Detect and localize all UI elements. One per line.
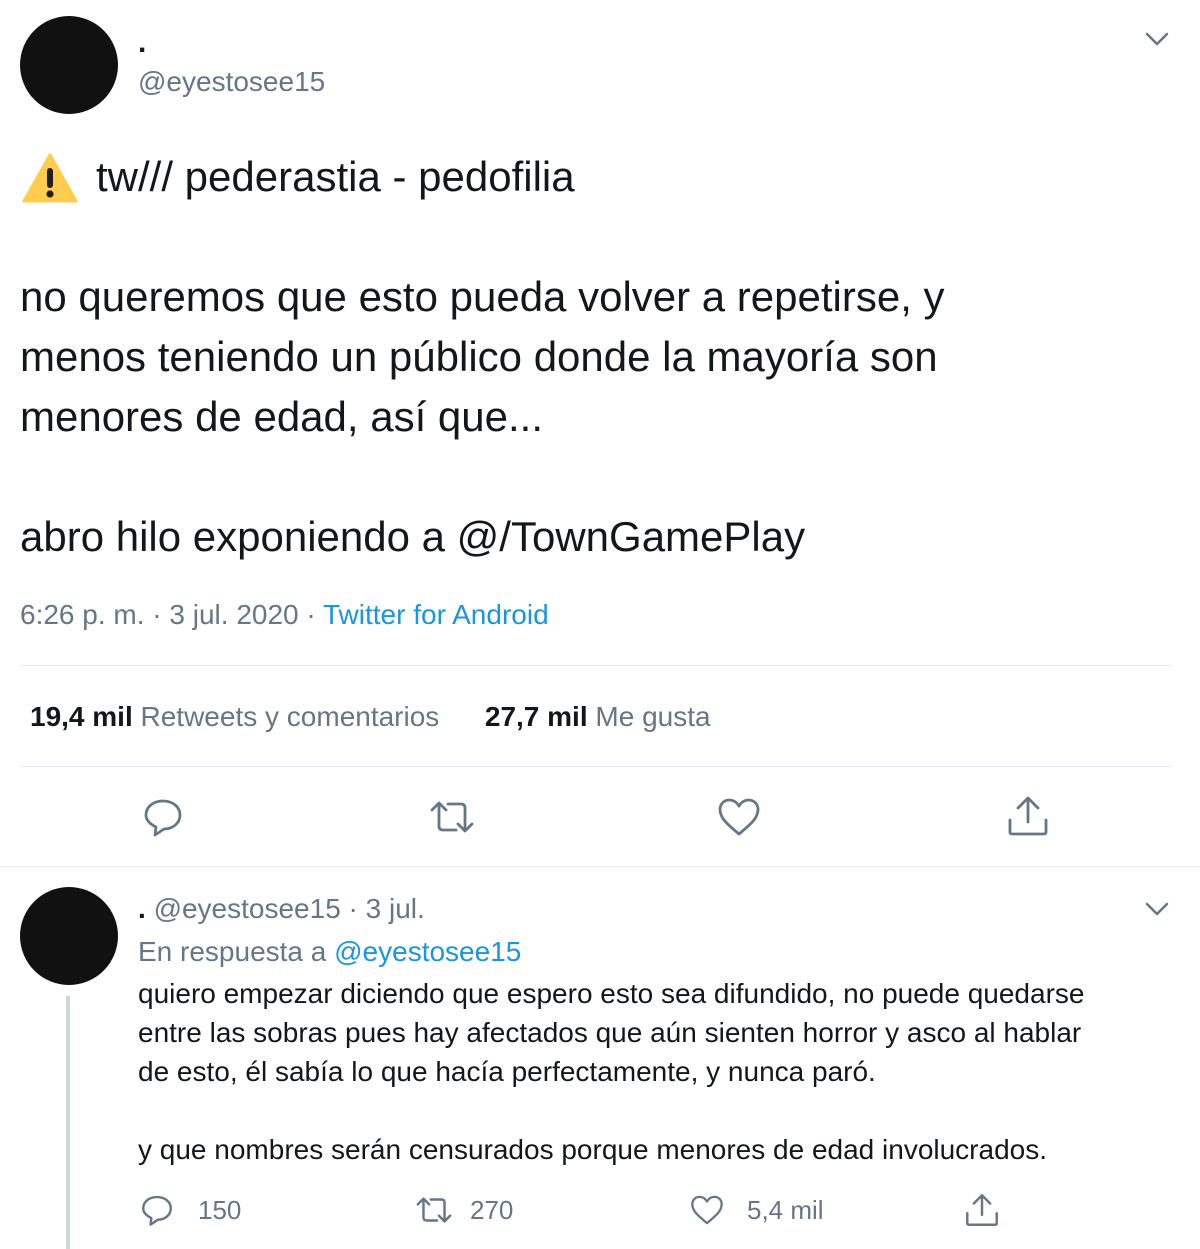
reply-action-like[interactable]: 5,4 mil xyxy=(690,1192,824,1228)
thread-line xyxy=(66,996,70,1249)
reply-header: . @eyestosee15 · 3 jul. xyxy=(138,892,425,926)
retweets-count: 19,4 mil xyxy=(30,701,133,732)
reply-action-retweet[interactable]: 270 xyxy=(414,1192,513,1228)
likes-label: Me gusta xyxy=(595,701,711,732)
tweet-timestamp[interactable]: 6:26 p. m. · 3 jul. 2020 · xyxy=(20,599,323,630)
tweet-text-line: menos teniendo un público donde la mayor… xyxy=(20,333,938,380)
reply-count: 150 xyxy=(198,1194,242,1225)
display-name[interactable]: . xyxy=(138,26,146,60)
avatar[interactable] xyxy=(20,16,118,114)
warning-icon xyxy=(22,152,78,204)
in-reply-to: En respuesta a @eyestosee15 xyxy=(138,935,521,969)
reply-text-line: quiero empezar diciendo que espero esto … xyxy=(138,978,1085,1009)
heart-icon xyxy=(690,1194,724,1226)
reply-text-line: de esto, él sabía lo que hacía perfectam… xyxy=(138,1056,876,1087)
chevron-down-icon[interactable] xyxy=(1142,896,1172,922)
retweets-stat[interactable]: 19,4 mil Retweets y comentarios xyxy=(30,701,447,732)
heart-icon[interactable] xyxy=(717,797,761,837)
like-count: 5,4 mil xyxy=(747,1194,824,1225)
tweet-timestamp-row: 6:26 p. m. · 3 jul. 2020 · Twitter for A… xyxy=(20,598,549,632)
retweet-icon[interactable] xyxy=(428,796,476,838)
reply-icon[interactable] xyxy=(142,796,184,838)
reply-action-reply[interactable]: 150 xyxy=(140,1192,241,1228)
reply-avatar[interactable] xyxy=(20,887,118,985)
reply-text-line: y que nombres serán censurados porque me… xyxy=(138,1134,1048,1165)
user-handle[interactable]: @eyestosee15 xyxy=(138,66,325,98)
likes-count: 27,7 mil xyxy=(484,701,588,732)
divider xyxy=(0,866,1200,867)
divider xyxy=(20,665,1172,666)
tweet-text-line: abro hilo exponiendo a @/TownGamePlay xyxy=(20,513,806,560)
tweet-text-line: no queremos que esto pueda volver a repe… xyxy=(20,273,945,320)
tweet-stats: 19,4 mil Retweets y comentarios 27,7 mil… xyxy=(30,700,711,734)
reply-meta[interactable]: @eyestosee15 · 3 jul. xyxy=(154,893,425,924)
retweet-icon xyxy=(414,1193,454,1227)
tweet-warning-text: tw/// pederastia - pedofilia xyxy=(96,153,575,200)
in-reply-prefix: En respuesta a xyxy=(138,936,335,967)
retweet-count: 270 xyxy=(470,1194,514,1225)
reply-icon xyxy=(140,1193,174,1227)
reply-text-line: entre las sobras pues hay afectados que … xyxy=(138,1017,1082,1048)
in-reply-handle-link[interactable]: @eyestosee15 xyxy=(334,936,521,967)
share-icon[interactable] xyxy=(1006,794,1050,838)
tweet-source-link[interactable]: Twitter for Android xyxy=(323,599,549,630)
retweets-label: Retweets y comentarios xyxy=(140,701,440,732)
tweet-text-line: menores de edad, así que... xyxy=(20,393,544,440)
reply-display-name[interactable]: . xyxy=(138,893,146,924)
share-icon[interactable] xyxy=(964,1192,1000,1228)
likes-stat[interactable]: 27,7 mil Me gusta xyxy=(485,701,711,732)
divider xyxy=(20,766,1172,767)
chevron-down-icon[interactable] xyxy=(1142,26,1172,52)
